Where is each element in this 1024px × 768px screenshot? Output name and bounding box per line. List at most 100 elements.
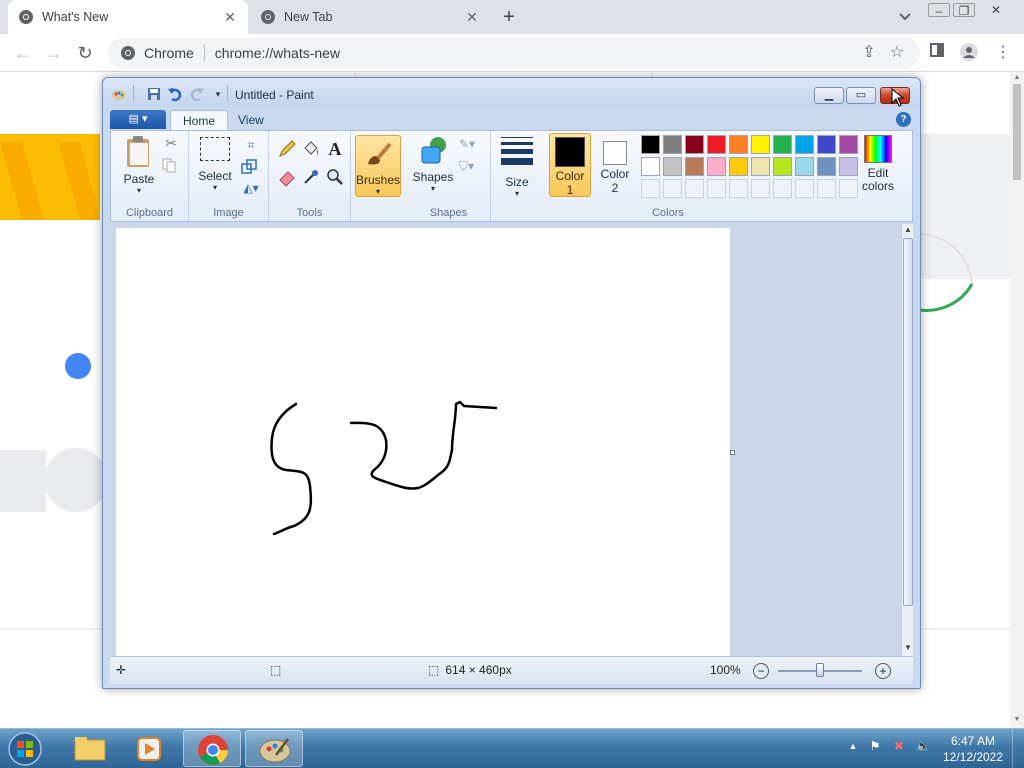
- close-tab-icon[interactable]: ✕: [464, 9, 480, 25]
- resize-icon[interactable]: [241, 159, 261, 179]
- canvas-scroll-up-icon[interactable]: ▲: [902, 224, 914, 236]
- drawing-canvas[interactable]: [116, 228, 730, 656]
- share-icon[interactable]: ⇪: [858, 42, 880, 64]
- close-window-icon[interactable]: ✕: [985, 3, 1007, 17]
- action-center-flag-icon[interactable]: ⚑: [866, 737, 884, 755]
- custom-color-slot[interactable]: [641, 179, 660, 198]
- palette-swatch[interactable]: [729, 157, 748, 176]
- bookmark-star-icon[interactable]: ☆: [886, 42, 908, 64]
- palette-swatch[interactable]: [663, 157, 682, 176]
- paste-button[interactable]: Paste ▾: [119, 135, 159, 195]
- custom-color-slot[interactable]: [685, 179, 704, 198]
- custom-color-slot[interactable]: [707, 179, 726, 198]
- palette-swatch[interactable]: [795, 157, 814, 176]
- custom-color-slot[interactable]: [729, 179, 748, 198]
- palette-swatch[interactable]: [729, 135, 748, 154]
- customize-qat-icon[interactable]: ▾: [210, 86, 226, 102]
- rotate-icon[interactable]: ◭▾: [241, 181, 261, 201]
- palette-swatch[interactable]: [685, 157, 704, 176]
- close-tab-icon[interactable]: ✕: [222, 9, 238, 25]
- canvas-scroll-thumb[interactable]: [903, 238, 913, 606]
- palette-swatch[interactable]: [795, 135, 814, 154]
- page-scrollbar[interactable]: ▲ ▼: [1010, 72, 1024, 728]
- system-clock[interactable]: 6:47 AM 12/12/2022: [940, 733, 1006, 765]
- shapes-button[interactable]: Shapes ▾: [411, 135, 455, 193]
- new-tab-plus-icon[interactable]: +: [498, 6, 520, 28]
- scroll-thumb[interactable]: [1013, 84, 1021, 180]
- taskbar-explorer[interactable]: [60, 730, 118, 767]
- tab-whats-new[interactable]: What's New ✕: [8, 0, 248, 34]
- side-panel-icon[interactable]: [926, 42, 948, 64]
- help-icon[interactable]: ?: [896, 112, 911, 127]
- paint-maximize-button[interactable]: ▭: [846, 87, 876, 104]
- edit-colors-button[interactable]: Edit colors: [855, 135, 901, 193]
- select-button[interactable]: Select ▾: [195, 137, 235, 192]
- restore-icon[interactable]: ❐: [953, 3, 975, 18]
- palette-swatch[interactable]: [641, 157, 660, 176]
- forward-arrow-icon[interactable]: →: [42, 42, 64, 64]
- undo-icon[interactable]: [167, 86, 183, 102]
- minimize-icon[interactable]: –: [928, 3, 950, 18]
- scroll-up-arrow-icon[interactable]: ▲: [1013, 74, 1021, 82]
- save-icon[interactable]: [146, 86, 162, 102]
- reload-icon[interactable]: ↻: [74, 42, 96, 64]
- fill-bucket-icon[interactable]: [301, 139, 321, 159]
- crop-icon[interactable]: ⌗: [241, 137, 261, 157]
- custom-color-slot[interactable]: [817, 179, 836, 198]
- palette-swatch[interactable]: [751, 135, 770, 154]
- palette-swatch[interactable]: [685, 135, 704, 154]
- palette-swatch[interactable]: [817, 157, 836, 176]
- color2-button[interactable]: Color 2: [595, 133, 635, 197]
- palette-swatch[interactable]: [641, 135, 660, 154]
- cut-scissors-icon[interactable]: ✂: [161, 135, 181, 155]
- shape-fill-icon[interactable]: ⛉▾: [459, 159, 479, 179]
- palette-swatch[interactable]: [751, 157, 770, 176]
- custom-color-slot[interactable]: [795, 179, 814, 198]
- tab-home[interactable]: Home: [170, 110, 229, 130]
- profile-avatar-icon[interactable]: [958, 42, 980, 64]
- palette-swatch[interactable]: [707, 157, 726, 176]
- address-bar[interactable]: Chrome chrome://whats-new: [108, 38, 920, 68]
- palette-swatch[interactable]: [663, 135, 682, 154]
- custom-color-slot[interactable]: [751, 179, 770, 198]
- palette-swatch[interactable]: [773, 135, 792, 154]
- taskbar-chrome[interactable]: [183, 730, 241, 767]
- tab-search-chevron-icon[interactable]: [896, 7, 914, 25]
- copy-icon[interactable]: [161, 157, 181, 177]
- text-tool-icon[interactable]: A: [325, 139, 345, 159]
- zoom-slider-thumb[interactable]: [816, 663, 824, 677]
- start-button-icon[interactable]: [6, 731, 44, 767]
- pencil-icon[interactable]: [277, 139, 297, 159]
- palette-swatch[interactable]: [817, 135, 836, 154]
- taskbar-paint[interactable]: [245, 730, 303, 767]
- outline-icon[interactable]: ✎▾: [459, 137, 479, 157]
- back-arrow-icon[interactable]: ←: [12, 42, 34, 64]
- canvas-scroll-down-icon[interactable]: ▼: [902, 642, 914, 654]
- paint-app-icon[interactable]: [111, 86, 127, 102]
- custom-color-slot[interactable]: [663, 179, 682, 198]
- palette-swatch[interactable]: [773, 157, 792, 176]
- show-desktop-button[interactable]: [1012, 729, 1024, 768]
- brushes-button[interactable]: Brushes ▾: [355, 135, 401, 197]
- color-picker-icon[interactable]: [301, 167, 321, 187]
- paint-minimize-button[interactable]: ▁: [814, 87, 844, 104]
- canvas-vertical-scrollbar[interactable]: ▲ ▼: [901, 224, 913, 656]
- color1-button[interactable]: Color 1: [549, 133, 591, 197]
- canvas-resize-handle[interactable]: [730, 450, 735, 455]
- zoom-in-icon[interactable]: +: [875, 663, 891, 679]
- tab-view[interactable]: View: [226, 110, 276, 130]
- show-hidden-icons[interactable]: ▲: [844, 737, 862, 755]
- paint-titlebar[interactable]: ▾ Untitled - Paint ▁ ▭ ✕: [103, 78, 920, 107]
- paint-menu-button[interactable]: ▤ ▾: [110, 110, 166, 129]
- volume-icon[interactable]: 🔈: [914, 737, 932, 755]
- magnifier-icon[interactable]: [325, 167, 345, 187]
- redo-icon[interactable]: [189, 86, 205, 102]
- tab-new-tab[interactable]: New Tab ✕: [250, 0, 490, 34]
- taskbar-media-player[interactable]: [121, 730, 179, 767]
- palette-swatch[interactable]: [707, 135, 726, 154]
- eraser-icon[interactable]: [277, 167, 297, 187]
- network-status-icon[interactable]: ✖: [890, 737, 908, 755]
- menu-kebab-icon[interactable]: ⋮: [992, 42, 1014, 64]
- scroll-down-arrow-icon[interactable]: ▼: [1013, 716, 1021, 724]
- size-button[interactable]: Size ▾: [497, 137, 537, 198]
